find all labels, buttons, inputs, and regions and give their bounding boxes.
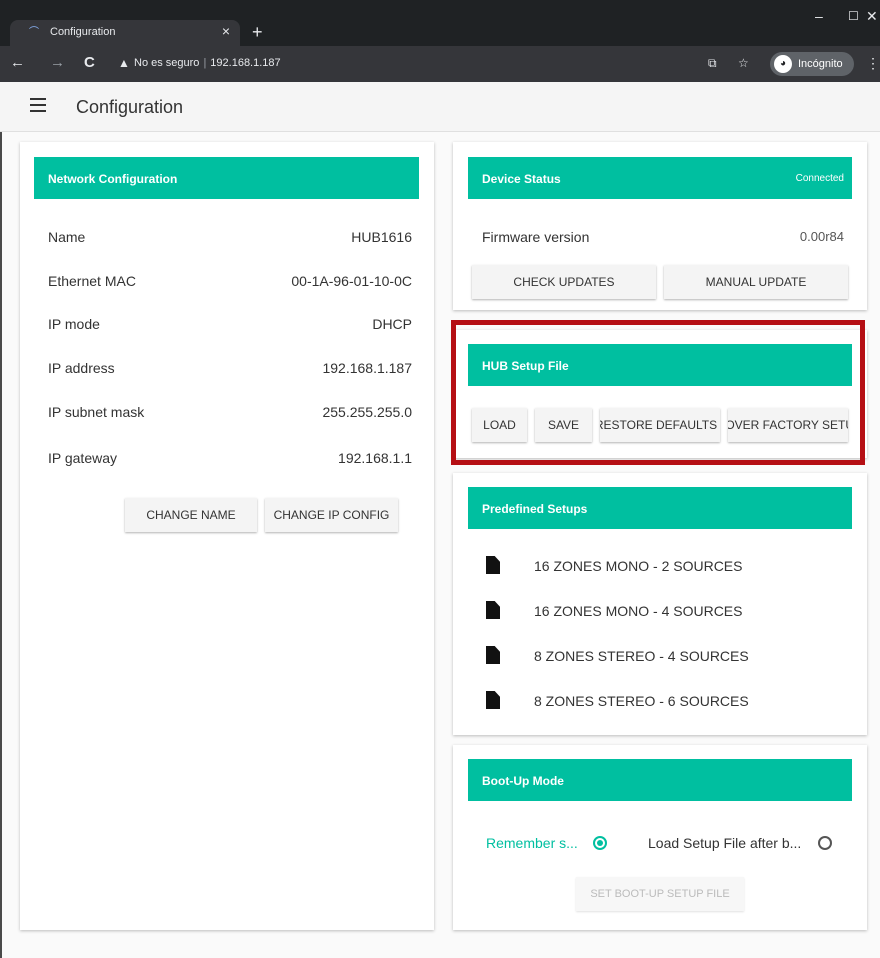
predefined-setup-item[interactable]: 8 ZONES STEREO - 6 SOURCES [534,693,749,709]
ip-mode-value: DHCP [372,316,412,332]
ip-address-value: 192.168.1.187 [322,360,412,376]
mac-value: 00-1A-96-01-10-0C [291,273,412,289]
network-config-title: Network Configuration [48,172,178,186]
firmware-label: Firmware version [482,229,590,245]
set-boot-up-setup-file-button[interactable]: SET BOOT-UP SETUP FILE [576,877,744,911]
app-bar: Configuration [0,82,880,132]
translate-icon[interactable]: ⧉ [708,56,717,71]
star-icon[interactable]: ☆ [738,56,749,70]
load-setup-file-label[interactable]: Load Setup File after b... [648,835,801,851]
remember-setup-label[interactable]: Remember s... [486,835,578,851]
predefined-setups-header: Predefined Setups [468,487,852,529]
tab-favicon-icon: ⌒ [29,27,39,38]
change-name-button[interactable]: CHANGE NAME [125,498,257,532]
network-config-header: Network Configuration [34,157,419,199]
maximize-button[interactable]: ☐ [848,9,859,23]
firmware-value: 0.00r84 [799,229,844,244]
hamburger-menu-icon[interactable] [30,98,46,112]
tab-close-icon[interactable]: × [222,23,230,39]
incognito-icon: ◕ [774,55,792,73]
predefined-setups-title: Predefined Setups [482,502,588,516]
more-menu-icon[interactable]: ⋮ [866,55,880,72]
manual-update-button[interactable]: MANUAL UPDATE [664,265,848,299]
change-ip-config-button[interactable]: CHANGE IP CONFIG [265,498,398,532]
new-tab-button[interactable]: + [252,20,263,44]
mac-label: Ethernet MAC [48,273,136,289]
gateway-value: 192.168.1.1 [338,450,412,466]
url-text: 192.168.1.187 [210,57,281,69]
browser-tab-bar: ⌒ Configuration × + – ☐ ✕ [0,0,880,46]
browser-toolbar: ← → C ▲ No es seguro | 192.168.1.187 ⧉ ☆ ◕… [0,46,880,82]
predefined-setup-item[interactable]: 16 ZONES MONO - 4 SOURCES [534,603,742,619]
forward-icon[interactable]: → [50,54,65,71]
reload-icon[interactable]: C [84,54,95,71]
address-bar[interactable]: ▲ No es seguro | 192.168.1.187 [112,52,322,76]
close-window-button[interactable]: ✕ [866,8,878,25]
device-status-header: Device Status Connected [468,157,852,199]
security-status: No es seguro [134,57,200,69]
tab-title: Configuration [50,26,116,38]
ip-mode-label: IP mode [48,316,100,332]
predefined-setup-item[interactable]: 16 ZONES MONO - 2 SOURCES [534,558,742,574]
browser-tab[interactable]: ⌒ Configuration × [10,20,240,46]
boot-up-mode-title: Boot-Up Mode [482,774,564,788]
ip-address-label: IP address [48,360,115,376]
name-label: Name [48,229,86,245]
boot-up-mode-header: Boot-Up Mode [468,759,852,801]
subnet-mask-value: 255.255.255.0 [322,404,412,420]
connection-status: Connected [795,173,844,184]
warning-icon: ▲ [118,56,130,70]
load-setup-file-radio[interactable] [818,836,832,850]
highlight-frame [451,320,865,465]
check-updates-button[interactable]: CHECK UPDATES [472,265,656,299]
device-status-title: Device Status [482,172,561,186]
page-title: Configuration [76,97,184,117]
subnet-mask-label: IP subnet mask [48,404,145,420]
back-icon[interactable]: ← [10,54,25,71]
minimize-button[interactable]: – [815,8,823,24]
incognito-badge[interactable]: ◕ Incógnito [770,52,854,76]
network-config-card [20,142,434,930]
gateway-label: IP gateway [48,450,118,466]
remember-setup-radio[interactable] [593,836,607,850]
incognito-label: Incógnito [798,58,843,70]
predefined-setup-item[interactable]: 8 ZONES STEREO - 4 SOURCES [534,648,749,664]
name-value: HUB1616 [351,229,412,245]
